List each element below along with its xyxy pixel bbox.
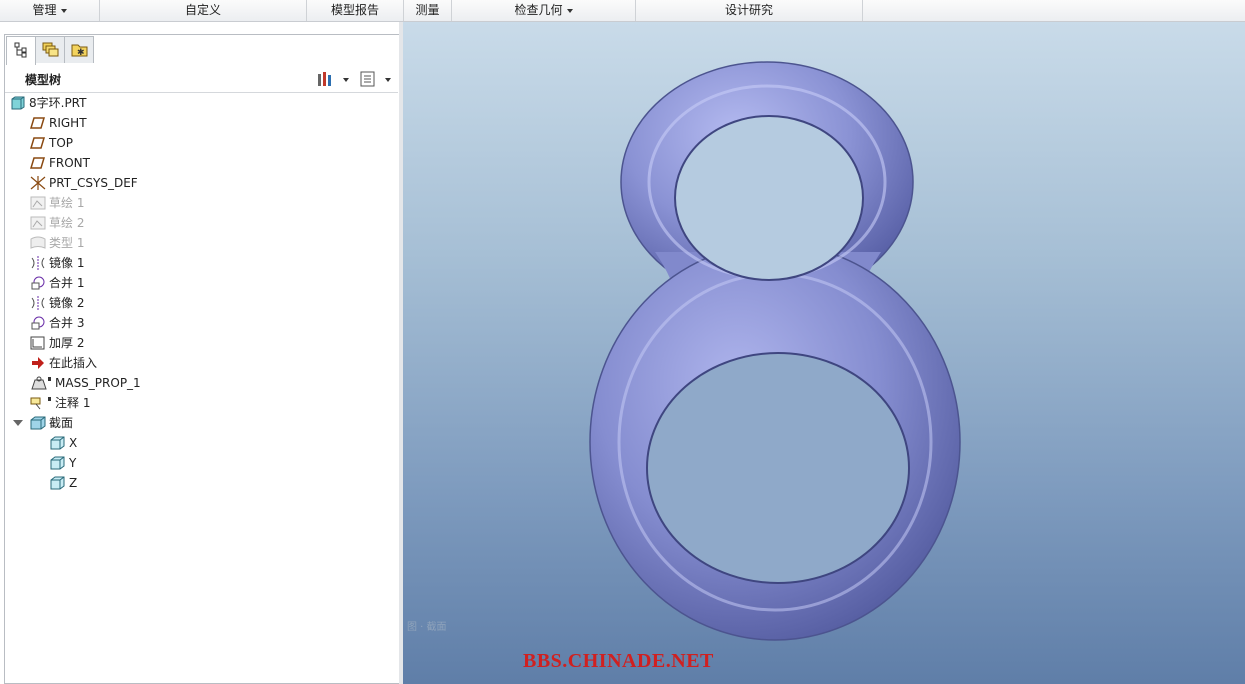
sketch-icon bbox=[30, 216, 46, 230]
section-folder-icon bbox=[30, 416, 46, 430]
merge-icon bbox=[31, 316, 45, 330]
customize-label: 自定义 bbox=[184, 3, 221, 17]
tree-item-label: 镜像 2 bbox=[49, 296, 85, 310]
tree-item-label: 草绘 2 bbox=[49, 216, 85, 230]
tree-item-label: X bbox=[69, 436, 78, 450]
tree-item-label: 加厚 2 bbox=[49, 336, 85, 350]
merge-icon bbox=[31, 276, 45, 290]
tree-item-label: PRT_CSYS_DEF bbox=[49, 176, 138, 190]
tree-item-label: MASS_PROP_1 bbox=[55, 376, 141, 390]
tree-item-label: 合并 3 bbox=[49, 316, 85, 330]
tree-show-button[interactable] bbox=[359, 70, 395, 88]
thicken-icon bbox=[30, 336, 45, 350]
measure-label: 测量 bbox=[415, 3, 440, 17]
customize-group[interactable]: 自定义 bbox=[100, 0, 307, 21]
tree-item-label: 草绘 1 bbox=[49, 196, 85, 210]
design-study-group[interactable]: 设计研究 bbox=[636, 0, 863, 21]
ring-body bbox=[589, 61, 961, 641]
model-report-label: 模型报告 bbox=[330, 3, 379, 17]
section-icon bbox=[50, 456, 65, 470]
inspect-geometry-group[interactable]: 检查几何 bbox=[452, 0, 636, 21]
model-tree-title: 模型树 bbox=[25, 73, 62, 87]
tree-item-label: 镜像 1 bbox=[49, 256, 85, 270]
tree-item-label: Y bbox=[69, 456, 77, 470]
layers-tab[interactable] bbox=[35, 36, 65, 63]
manage-group[interactable]: 管理 bbox=[0, 0, 100, 21]
csys-icon bbox=[30, 176, 46, 190]
tree-item-label: RIGHT bbox=[49, 116, 87, 130]
tree-item-label: 合并 1 bbox=[49, 276, 85, 290]
style-icon bbox=[30, 236, 46, 249]
chevron-down-icon bbox=[60, 8, 67, 13]
datum-plane-icon bbox=[30, 117, 46, 129]
graphics-viewport[interactable]: 图 · 截面 BBS.CHINADE.NET bbox=[403, 22, 1245, 684]
tree-item-label: FRONT bbox=[49, 156, 90, 170]
tree-item-label: 在此插入 bbox=[49, 356, 98, 370]
chevron-down-icon bbox=[566, 8, 573, 13]
design-study-label: 设计研究 bbox=[724, 3, 773, 17]
model-tree-icon bbox=[14, 42, 27, 58]
mass-prop-icon bbox=[31, 376, 51, 390]
sketch-icon bbox=[30, 196, 46, 210]
figure-eight-ring-model bbox=[589, 61, 961, 641]
datum-plane-icon bbox=[30, 157, 46, 169]
section-icon bbox=[50, 476, 65, 490]
model-tree-header: 模型树 bbox=[5, 66, 398, 93]
list-settings-icon bbox=[360, 71, 391, 87]
annotation-icon bbox=[30, 397, 51, 410]
layers-icon bbox=[42, 42, 59, 57]
measure-group[interactable]: 测量 bbox=[404, 0, 452, 21]
ribbon-group-bar: 管理 自定义 模型报告 测量 检查几何 设计研究 bbox=[0, 0, 1245, 22]
part-icon bbox=[11, 96, 25, 110]
tree-item-label: 注释 1 bbox=[55, 396, 91, 410]
datum-plane-icon bbox=[30, 137, 46, 149]
expand-toggle-icon[interactable] bbox=[13, 420, 23, 426]
tree-item-label: 类型 1 bbox=[49, 236, 85, 250]
tree-item-label: TOP bbox=[49, 136, 74, 150]
watermark-text: BBS.CHINADE.NET bbox=[523, 650, 714, 672]
tree-settings-button[interactable] bbox=[316, 70, 350, 88]
insert-here-icon bbox=[32, 357, 44, 369]
tree-root-label: 8字环.PRT bbox=[29, 96, 87, 110]
view-label: 图 · 截面 bbox=[407, 622, 447, 633]
mirror-icon bbox=[31, 296, 45, 310]
section-icon bbox=[50, 436, 65, 450]
inspect-geometry-label: 检查几何 bbox=[514, 3, 563, 17]
tree-item-label: Z bbox=[69, 476, 78, 490]
favorites-tab[interactable]: ✱ bbox=[64, 36, 94, 63]
model-report-group[interactable]: 模型报告 bbox=[307, 0, 404, 21]
model-tree-tab[interactable] bbox=[6, 36, 36, 65]
mirror-icon bbox=[31, 256, 45, 270]
manage-label: 管理 bbox=[32, 3, 57, 17]
svg-text:✱: ✱ bbox=[77, 48, 85, 58]
favorites-folder-icon: ✱ bbox=[71, 44, 88, 58]
tools-icon bbox=[318, 72, 349, 86]
tree-item-label: 截面 bbox=[49, 416, 74, 430]
